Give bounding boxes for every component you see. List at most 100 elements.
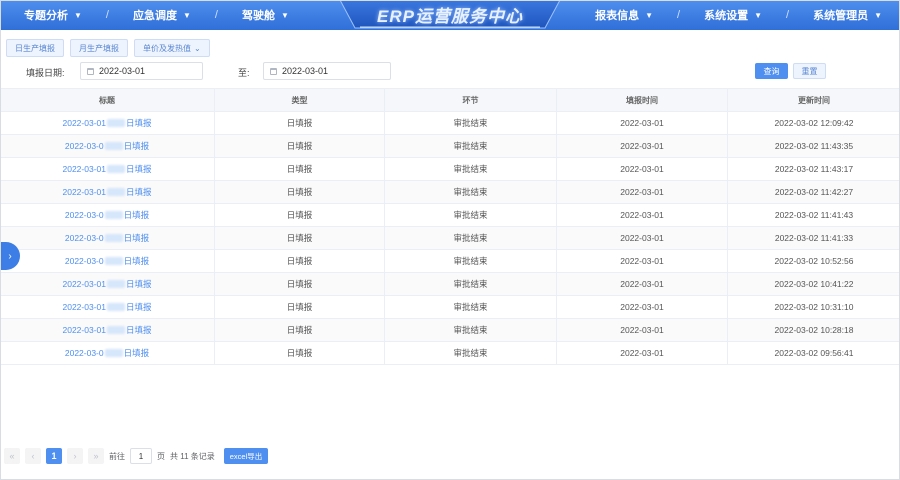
redacted-text: [106, 119, 125, 127]
report-title-link[interactable]: 2022-03-0 日填报: [65, 232, 149, 244]
report-title-link[interactable]: 2022-03-01 日填报: [63, 324, 152, 336]
reset-button[interactable]: 重置: [793, 63, 826, 79]
cell-title: 2022-03-01 日填报: [0, 319, 215, 341]
tab-label: 日生产填报: [15, 43, 55, 53]
title-prefix: 2022-03-01: [62, 118, 106, 128]
cell-update-time: 2022-03-02 11:43:17: [774, 164, 854, 174]
title-prefix: 2022-03-01: [62, 164, 106, 174]
report-title-link[interactable]: 2022-03-01 日填报: [63, 163, 152, 175]
cell-stage: 审批结束: [385, 181, 557, 203]
first-page-button[interactable]: «: [4, 448, 20, 464]
cell-fill-time: 2022-03-01: [557, 112, 728, 134]
cell-stage: 审批结束: [385, 204, 557, 226]
query-button[interactable]: 查询: [755, 63, 788, 79]
nav-item-system-settings[interactable]: 系统设置 ▼: [680, 7, 786, 23]
title-suffix: 日填报: [123, 233, 150, 243]
to-label: 至:: [238, 68, 250, 78]
table-row: 2022-03-0 日填报 日填报 审批结束 2022-03-01 2022-03-02 …: [0, 342, 900, 365]
date-filter-label: 填报日期:: [26, 68, 65, 78]
title-suffix: 日填报: [123, 141, 150, 151]
report-title-link[interactable]: 2022-03-01 日填报: [63, 186, 152, 198]
table-header-row: 标题 类型 环节 填报时间 更新时间: [0, 89, 900, 112]
column-header-fill-time[interactable]: 填报时间: [557, 89, 728, 111]
chevron-right-icon: ›: [8, 250, 12, 262]
cell-title: 2022-03-01 日填报: [0, 112, 215, 134]
chevron-left-icon: ‹: [31, 451, 35, 461]
column-header-update-time[interactable]: 更新时间: [728, 89, 900, 111]
table-row: 2022-03-0 日填报 日填报 审批结束 2022-03-01 2022-03-02 …: [0, 204, 900, 227]
cell-type: 日填报: [215, 342, 385, 364]
double-chevron-left-icon: «: [9, 451, 15, 461]
caret-down-icon: ▼: [74, 10, 82, 20]
tab-price-calorific[interactable]: 单价及发热值 ⌄: [134, 39, 210, 57]
redacted-text: [104, 142, 123, 150]
nav-item-emergency-dispatch[interactable]: 应急调度 ▼: [109, 7, 215, 23]
excel-export-button[interactable]: excel导出: [223, 448, 269, 464]
cell-update-time: 2022-03-02 09:56:41: [774, 348, 854, 358]
table-row: 2022-03-01 日填报 日填报 审批结束 2022-03-01 2022-03-02…: [0, 112, 900, 135]
title-prefix: 2022-03-0: [64, 233, 104, 243]
report-title-link[interactable]: 2022-03-0 日填报: [65, 140, 149, 152]
table-row: 2022-03-0 日填报 日填报 审批结束 2022-03-01 2022-03-02 …: [0, 227, 900, 250]
table-row: 2022-03-01 日填报 日填报 审批结束 2022-03-01 2022-03-02…: [0, 296, 900, 319]
caret-down-icon: ▼: [754, 10, 763, 20]
cell-type: 日填报: [215, 158, 385, 180]
nav-item-label: 应急调度: [132, 10, 177, 22]
start-date-value: 2022-03-01: [99, 66, 146, 76]
cell-update-time: 2022-03-02 10:41:22: [774, 279, 854, 289]
column-header-stage[interactable]: 环节: [385, 89, 557, 111]
goto-page-input[interactable]: [130, 448, 152, 464]
report-title-link[interactable]: 2022-03-01 日填报: [63, 301, 152, 313]
column-header-type[interactable]: 类型: [215, 89, 385, 111]
chevron-right-icon: ›: [73, 451, 77, 461]
cell-update-time: 2022-03-02 11:43:35: [774, 141, 854, 151]
title-suffix: 日填报: [125, 279, 152, 289]
prev-page-button[interactable]: ‹: [25, 448, 41, 464]
table-row: 2022-03-0 日填报 日填报 审批结束 2022-03-01 2022-03-02 …: [0, 250, 900, 273]
cell-type: 日填报: [215, 135, 385, 157]
title-prefix: 2022-03-01: [62, 302, 106, 312]
nav-item-system-admin[interactable]: 系统管理员 ▼: [789, 7, 900, 23]
title-suffix: 日填报: [123, 348, 150, 358]
nav-item-label: 系统设置: [704, 10, 749, 22]
brand-title: ERP运营服务中心: [377, 7, 523, 26]
table-row: 2022-03-01 日填报 日填报 审批结束 2022-03-01 2022-03-02…: [0, 273, 900, 296]
nav-item-topic-analysis[interactable]: 专题分析 ▼: [0, 7, 106, 23]
title-prefix: 2022-03-01: [62, 279, 106, 289]
redacted-text: [104, 234, 123, 242]
top-header: 专题分析 ▼ / 应急调度 ▼ / 驾驶舱 ▼ ERP运营服务中心 报表信息 ▼…: [0, 0, 900, 30]
pagination: « ‹ 1 › » 前往 页 共 11 条记录 excel导出: [4, 448, 269, 464]
cell-stage: 审批结束: [385, 273, 557, 295]
report-title-link[interactable]: 2022-03-0 日填报: [65, 209, 149, 221]
goto-label: 前往: [109, 451, 125, 461]
column-header-title[interactable]: 标题: [0, 89, 215, 111]
report-title-link[interactable]: 2022-03-0 日填报: [65, 255, 149, 267]
nav-item-cockpit[interactable]: 驾驶舱 ▼: [218, 7, 313, 23]
tab-label: 月生产填报: [79, 43, 119, 53]
report-title-link[interactable]: 2022-03-01 日填报: [63, 117, 152, 129]
cell-fill-time: 2022-03-01: [557, 227, 728, 249]
cell-update-time: 2022-03-02 10:31:10: [774, 302, 854, 312]
table-body: 2022-03-01 日填报 日填报 审批结束 2022-03-01 2022-03-02…: [0, 112, 900, 365]
tab-monthly-report[interactable]: 月生产填报: [70, 39, 128, 57]
redacted-text: [106, 188, 125, 196]
report-title-link[interactable]: 2022-03-01 日填报: [63, 278, 152, 290]
cell-update-time: 2022-03-02 10:28:18: [774, 325, 854, 335]
title-prefix: 2022-03-01: [62, 187, 106, 197]
cell-stage: 审批结束: [385, 112, 557, 134]
end-date-input[interactable]: 2022-03-01: [263, 62, 391, 80]
start-date-input[interactable]: 2022-03-01: [80, 62, 203, 80]
page-number-button[interactable]: 1: [46, 448, 62, 464]
end-date-value: 2022-03-01: [282, 66, 329, 76]
tab-daily-report[interactable]: 日生产填报: [6, 39, 64, 57]
caret-down-icon: ▼: [645, 10, 654, 20]
cell-title: 2022-03-0 日填报: [0, 250, 215, 272]
title-suffix: 日填报: [125, 118, 152, 128]
report-title-link[interactable]: 2022-03-0 日填报: [65, 347, 149, 359]
caret-down-icon: ▼: [874, 10, 882, 20]
left-nav: 专题分析 ▼ / 应急调度 ▼ / 驾驶舱 ▼: [0, 0, 313, 30]
double-chevron-right-icon: »: [93, 451, 99, 461]
nav-item-report-info[interactable]: 报表信息 ▼: [571, 7, 677, 23]
last-page-button[interactable]: »: [88, 448, 104, 464]
next-page-button[interactable]: ›: [67, 448, 83, 464]
